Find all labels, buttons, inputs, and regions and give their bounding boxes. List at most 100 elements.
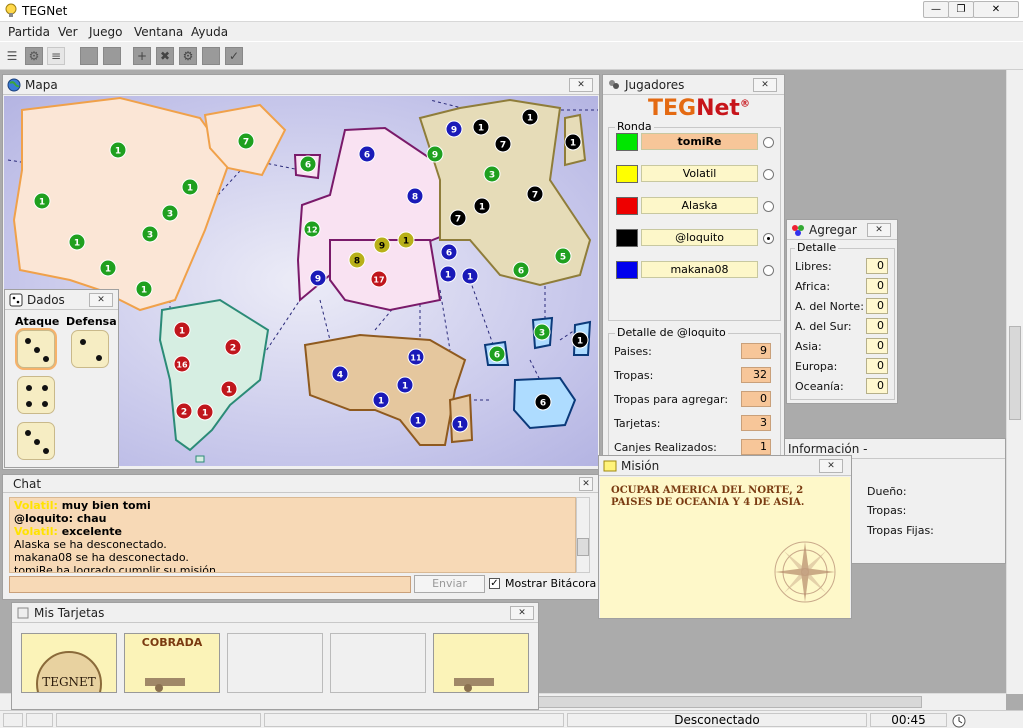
country-token[interactable]: 1	[372, 391, 390, 409]
send-button[interactable]: Enviar	[414, 575, 485, 593]
menu-ver[interactable]: Ver	[58, 25, 78, 39]
attack-icon[interactable]: ✖	[156, 47, 174, 65]
country-token[interactable]: 6	[299, 155, 317, 173]
country-token[interactable]: 7	[449, 209, 467, 227]
regroup-icon[interactable]: ⚙	[179, 47, 197, 65]
add-troops-icon[interactable]: +	[133, 47, 151, 65]
player-select-radio[interactable]	[763, 169, 774, 180]
country-token[interactable]: 17	[370, 270, 388, 288]
country-token[interactable]: 2	[175, 402, 193, 420]
player-select-radio[interactable]	[763, 233, 774, 244]
country-token[interactable]: 1	[521, 108, 539, 126]
player-select-radio[interactable]	[763, 137, 774, 148]
scroll-thumb[interactable]	[1009, 326, 1021, 420]
country-token[interactable]: 2	[224, 338, 242, 356]
restore-button[interactable]: ❐	[948, 1, 974, 18]
add-close-icon[interactable]: ✕	[867, 223, 891, 237]
game-timer: 00:45	[870, 713, 947, 727]
country-token[interactable]: 9	[426, 145, 444, 163]
country-token[interactable]: 1	[439, 265, 457, 283]
country-token[interactable]: 1	[99, 259, 117, 277]
country-token[interactable]: 7	[494, 135, 512, 153]
country-token[interactable]: 1	[396, 376, 414, 394]
add-row-value: 0	[866, 338, 888, 354]
cards-close-icon[interactable]: ✕	[510, 606, 534, 620]
country-token[interactable]: 6	[358, 145, 376, 163]
card-cannon[interactable]	[433, 633, 529, 693]
country-troops: 9	[451, 126, 457, 136]
detail-value: 3	[741, 415, 771, 431]
country-token[interactable]: 9	[309, 269, 327, 287]
mission-close-icon[interactable]: ✕	[819, 459, 843, 473]
chat-close-icon[interactable]: ✕	[579, 477, 593, 491]
country-token[interactable]: 1	[409, 411, 427, 429]
board-icon[interactable]	[80, 47, 98, 65]
country-token[interactable]: 3	[533, 323, 551, 341]
show-log-checkbox[interactable]: ✓	[489, 578, 500, 589]
country-token[interactable]: 6	[440, 243, 458, 261]
list-icon[interactable]: ≡	[47, 47, 65, 65]
country-token[interactable]: 6	[512, 261, 530, 279]
country-token[interactable]: 1	[196, 403, 214, 421]
close-button[interactable]: ✕	[973, 1, 1019, 18]
menu-juego[interactable]: Juego	[89, 25, 123, 39]
end-turn-icon[interactable]	[103, 47, 121, 65]
country-token[interactable]: 1	[571, 331, 589, 349]
country-token[interactable]: 1	[461, 267, 479, 285]
country-token[interactable]: 8	[406, 187, 424, 205]
country-token[interactable]: 1	[451, 415, 469, 433]
country-token[interactable]: 9	[445, 120, 463, 138]
dice-close-icon[interactable]: ✕	[89, 293, 113, 307]
svg-text:TEGNET: TEGNET	[42, 675, 96, 689]
country-token[interactable]: 1	[109, 141, 127, 159]
country-token[interactable]: 1	[472, 118, 490, 136]
country-token[interactable]: 7	[237, 132, 255, 150]
disconnect-icon[interactable]: ⚙	[25, 47, 43, 65]
minimize-button[interactable]: —	[923, 1, 949, 18]
country-token[interactable]: 12	[303, 220, 321, 238]
cards-icon[interactable]	[202, 47, 220, 65]
country-token[interactable]: 16	[173, 355, 191, 373]
country-token[interactable]: 1	[173, 321, 191, 339]
chat-log[interactable]: Volatil: muy bien tomi @loquito: chau Vola…	[9, 497, 576, 573]
country-token[interactable]: 1	[135, 280, 153, 298]
country-token[interactable]: 1	[68, 233, 86, 251]
card-tegnet[interactable]: TEGNET	[21, 633, 117, 717]
country-token[interactable]: 1	[473, 197, 491, 215]
country-token[interactable]: 6	[534, 393, 552, 411]
country-token[interactable]: 6	[488, 345, 506, 363]
country-token[interactable]: 5	[554, 247, 572, 265]
country-troops: 6	[518, 267, 524, 277]
player-select-radio[interactable]	[763, 201, 774, 212]
player-select-radio[interactable]	[763, 265, 774, 276]
country-token[interactable]: 1	[564, 133, 582, 151]
menu-partida[interactable]: Partida	[8, 25, 50, 39]
chat-window-title: Chat	[13, 477, 42, 491]
country-token[interactable]: 8	[348, 251, 366, 269]
chat-scroll-thumb[interactable]	[577, 538, 589, 556]
connect-icon[interactable]: ☰	[3, 47, 21, 65]
detail-label: Canjes Realizados:	[614, 441, 717, 454]
country-token[interactable]: 1	[397, 231, 415, 249]
country-token[interactable]: 9	[373, 236, 391, 254]
country-token[interactable]: 7	[526, 185, 544, 203]
country-token[interactable]: 1	[181, 178, 199, 196]
chat-scrollbar[interactable]	[576, 497, 590, 573]
vertical-scrollbar[interactable]	[1006, 70, 1023, 694]
country-token[interactable]: 11	[407, 348, 425, 366]
country-token[interactable]: 3	[141, 225, 159, 243]
chat-input[interactable]	[9, 576, 411, 593]
country-token[interactable]: 1	[220, 380, 238, 398]
country-troops: 3	[539, 329, 545, 339]
country-token[interactable]: 3	[161, 204, 179, 222]
country-token[interactable]: 4	[331, 365, 349, 383]
app-icon	[5, 3, 17, 17]
menu-ayuda[interactable]: Ayuda	[191, 25, 228, 39]
card-cobrada[interactable]: COBRADA	[124, 633, 220, 693]
country-token[interactable]: 3	[483, 165, 501, 183]
map-close-icon[interactable]: ✕	[569, 78, 593, 92]
players-close-icon[interactable]: ✕	[753, 78, 777, 92]
check-icon[interactable]: ✓	[225, 47, 243, 65]
menu-ventana[interactable]: Ventana	[134, 25, 183, 39]
country-token[interactable]: 1	[33, 192, 51, 210]
